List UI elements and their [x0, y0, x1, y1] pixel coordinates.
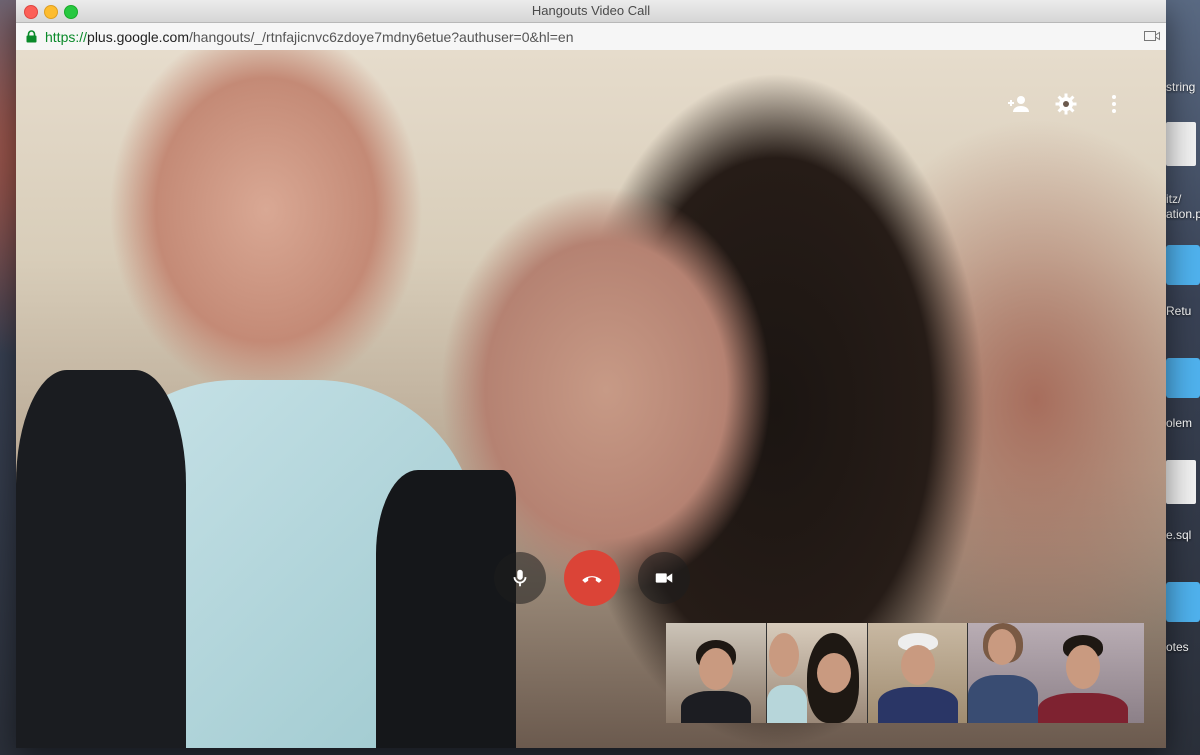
desktop-folder-icon[interactable]: [1166, 245, 1200, 285]
main-video-feed[interactable]: [16, 50, 1166, 748]
desktop-file-label: string: [1166, 80, 1196, 94]
desktop-file-label: ation.p: [1166, 207, 1200, 221]
settings-gear-icon[interactable]: [1054, 92, 1078, 116]
desktop-file-label: e.sql: [1166, 528, 1192, 542]
desktop-folder-icon[interactable]: [1166, 358, 1200, 398]
participant-thumbnail[interactable]: [968, 623, 1145, 723]
top-controls: [1006, 92, 1126, 116]
url-scheme: https://: [45, 29, 88, 45]
participant-thumbnail[interactable]: [766, 623, 868, 723]
video-person-jacket: [16, 370, 186, 748]
url-path: /hangouts/_/rtnfajicnvc6zdoye7mdny6etue?…: [188, 29, 574, 45]
desktop-file-label: Retu: [1166, 304, 1192, 318]
lock-icon: [26, 30, 37, 43]
mute-microphone-button[interactable]: [494, 552, 546, 604]
desktop-document-icon[interactable]: [1166, 122, 1196, 166]
title-bar[interactable]: Hangouts Video Call: [16, 0, 1166, 23]
desktop-file-label: otes: [1166, 640, 1189, 654]
call-controls: [494, 550, 690, 606]
participant-thumbnail[interactable]: [867, 623, 969, 723]
video-person-jacket: [376, 470, 516, 748]
desktop-file-label: olem: [1166, 416, 1193, 430]
toggle-video-button[interactable]: [638, 552, 690, 604]
microphone-icon: [513, 569, 527, 587]
participant-filmstrip: [666, 623, 1145, 723]
hangouts-window: Hangouts Video Call https://plus.google.…: [16, 0, 1166, 748]
hang-up-icon: [582, 576, 602, 583]
address-bar[interactable]: https://plus.google.com/hangouts/_/rtnfa…: [16, 23, 1166, 51]
desktop-file-label: itz/: [1166, 192, 1182, 206]
more-options-icon[interactable]: [1102, 92, 1126, 116]
desktop-folder-icon[interactable]: [1166, 582, 1200, 622]
hang-up-button[interactable]: [564, 550, 620, 606]
desktop-document-icon[interactable]: [1166, 460, 1196, 504]
participant-thumbnail[interactable]: [666, 623, 767, 723]
window-title: Hangouts Video Call: [531, 3, 651, 18]
url-host: plus.google.com: [87, 29, 189, 45]
url-text[interactable]: https://plus.google.com/hangouts/_/rtnfa…: [45, 29, 573, 45]
video-camera-icon: [655, 573, 673, 583]
camera-indicator-icon[interactable]: [1144, 30, 1160, 42]
add-person-icon[interactable]: [1006, 92, 1030, 116]
